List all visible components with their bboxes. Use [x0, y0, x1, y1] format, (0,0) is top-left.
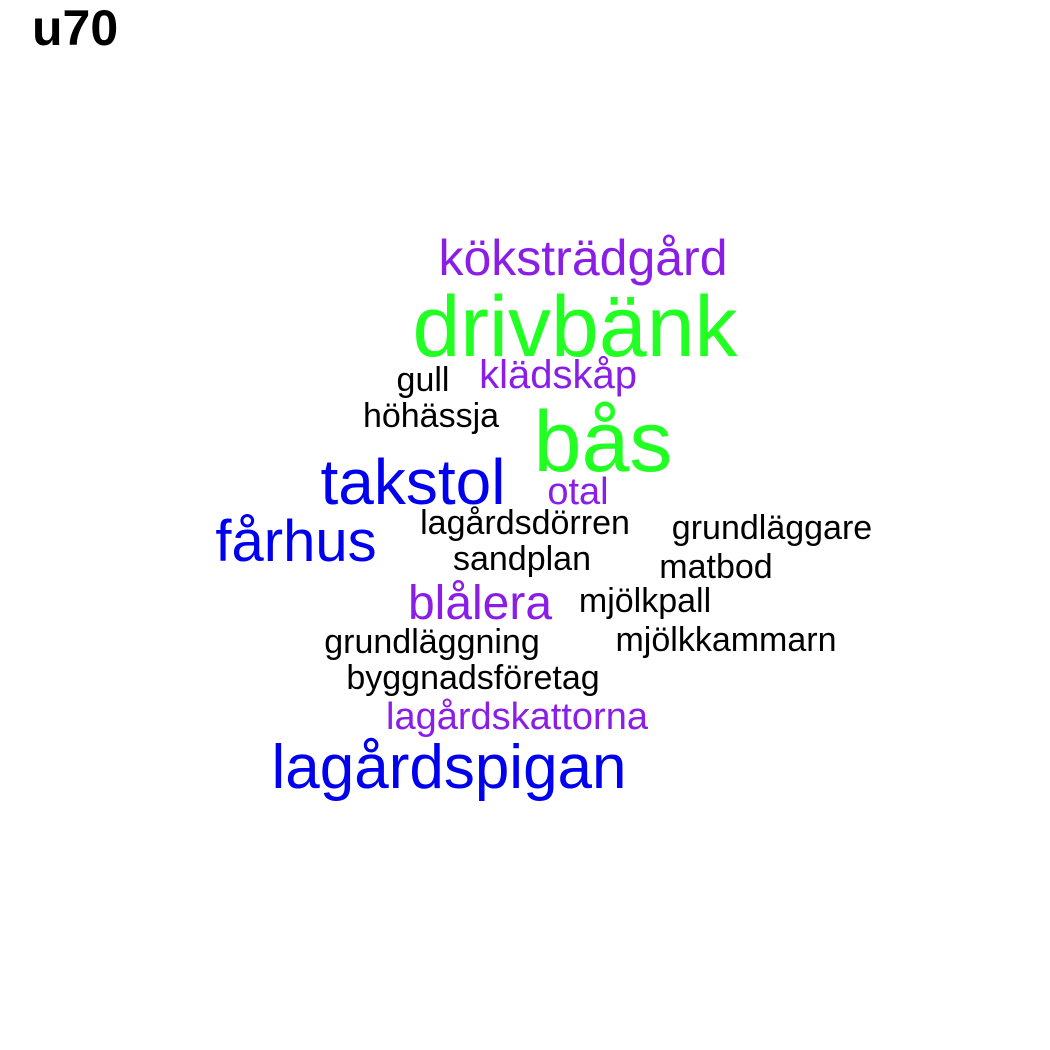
word-blalera: blålera	[407, 577, 553, 630]
word-grundlaggning: grundläggning	[324, 623, 540, 661]
word-lagardsdorren: lagårdsdörren	[420, 504, 630, 542]
word-farhus: fårhus	[215, 509, 377, 574]
word-kladskap: klädskåp	[479, 353, 637, 397]
word-sandplan: sandplan	[452, 540, 592, 578]
word-gull: gull	[396, 361, 450, 399]
word-byggnadsforetag: byggnadsföretag	[346, 659, 600, 697]
word-grundlaggare: grundläggare	[671, 509, 873, 547]
word-hohassja: höhässja	[362, 397, 500, 435]
word-lagardskattorna: lagårdskattorna	[386, 696, 648, 738]
word-kokstradgard: köksträdgård	[438, 230, 728, 286]
word-mjolkpall: mjölkpall	[578, 582, 712, 620]
word-mjolkkammarn: mjölkkammarn	[615, 621, 837, 659]
word-lagardspigan: lagårdspigan	[271, 733, 627, 802]
word-cloud: drivbänk bås takstol fårhus lagårdspigan…	[0, 0, 1050, 1050]
word-matbod: matbod	[659, 548, 773, 586]
